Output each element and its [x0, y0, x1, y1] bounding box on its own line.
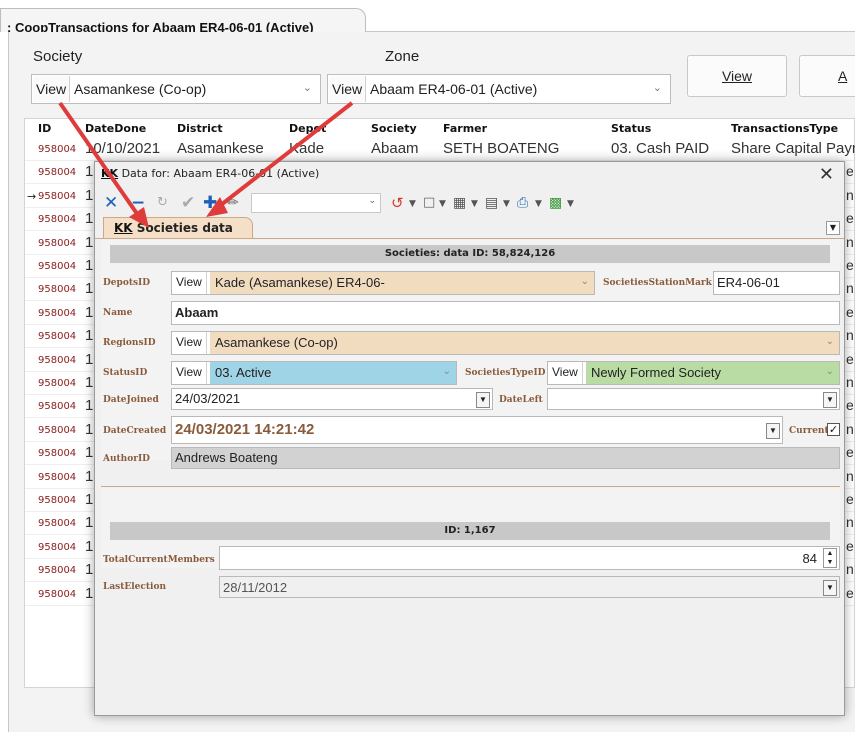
arrow-head: [129, 207, 149, 228]
annotation-arrow: [215, 101, 354, 210]
annotation-arrow: [58, 101, 142, 220]
annotation-arrows: [58, 101, 354, 228]
